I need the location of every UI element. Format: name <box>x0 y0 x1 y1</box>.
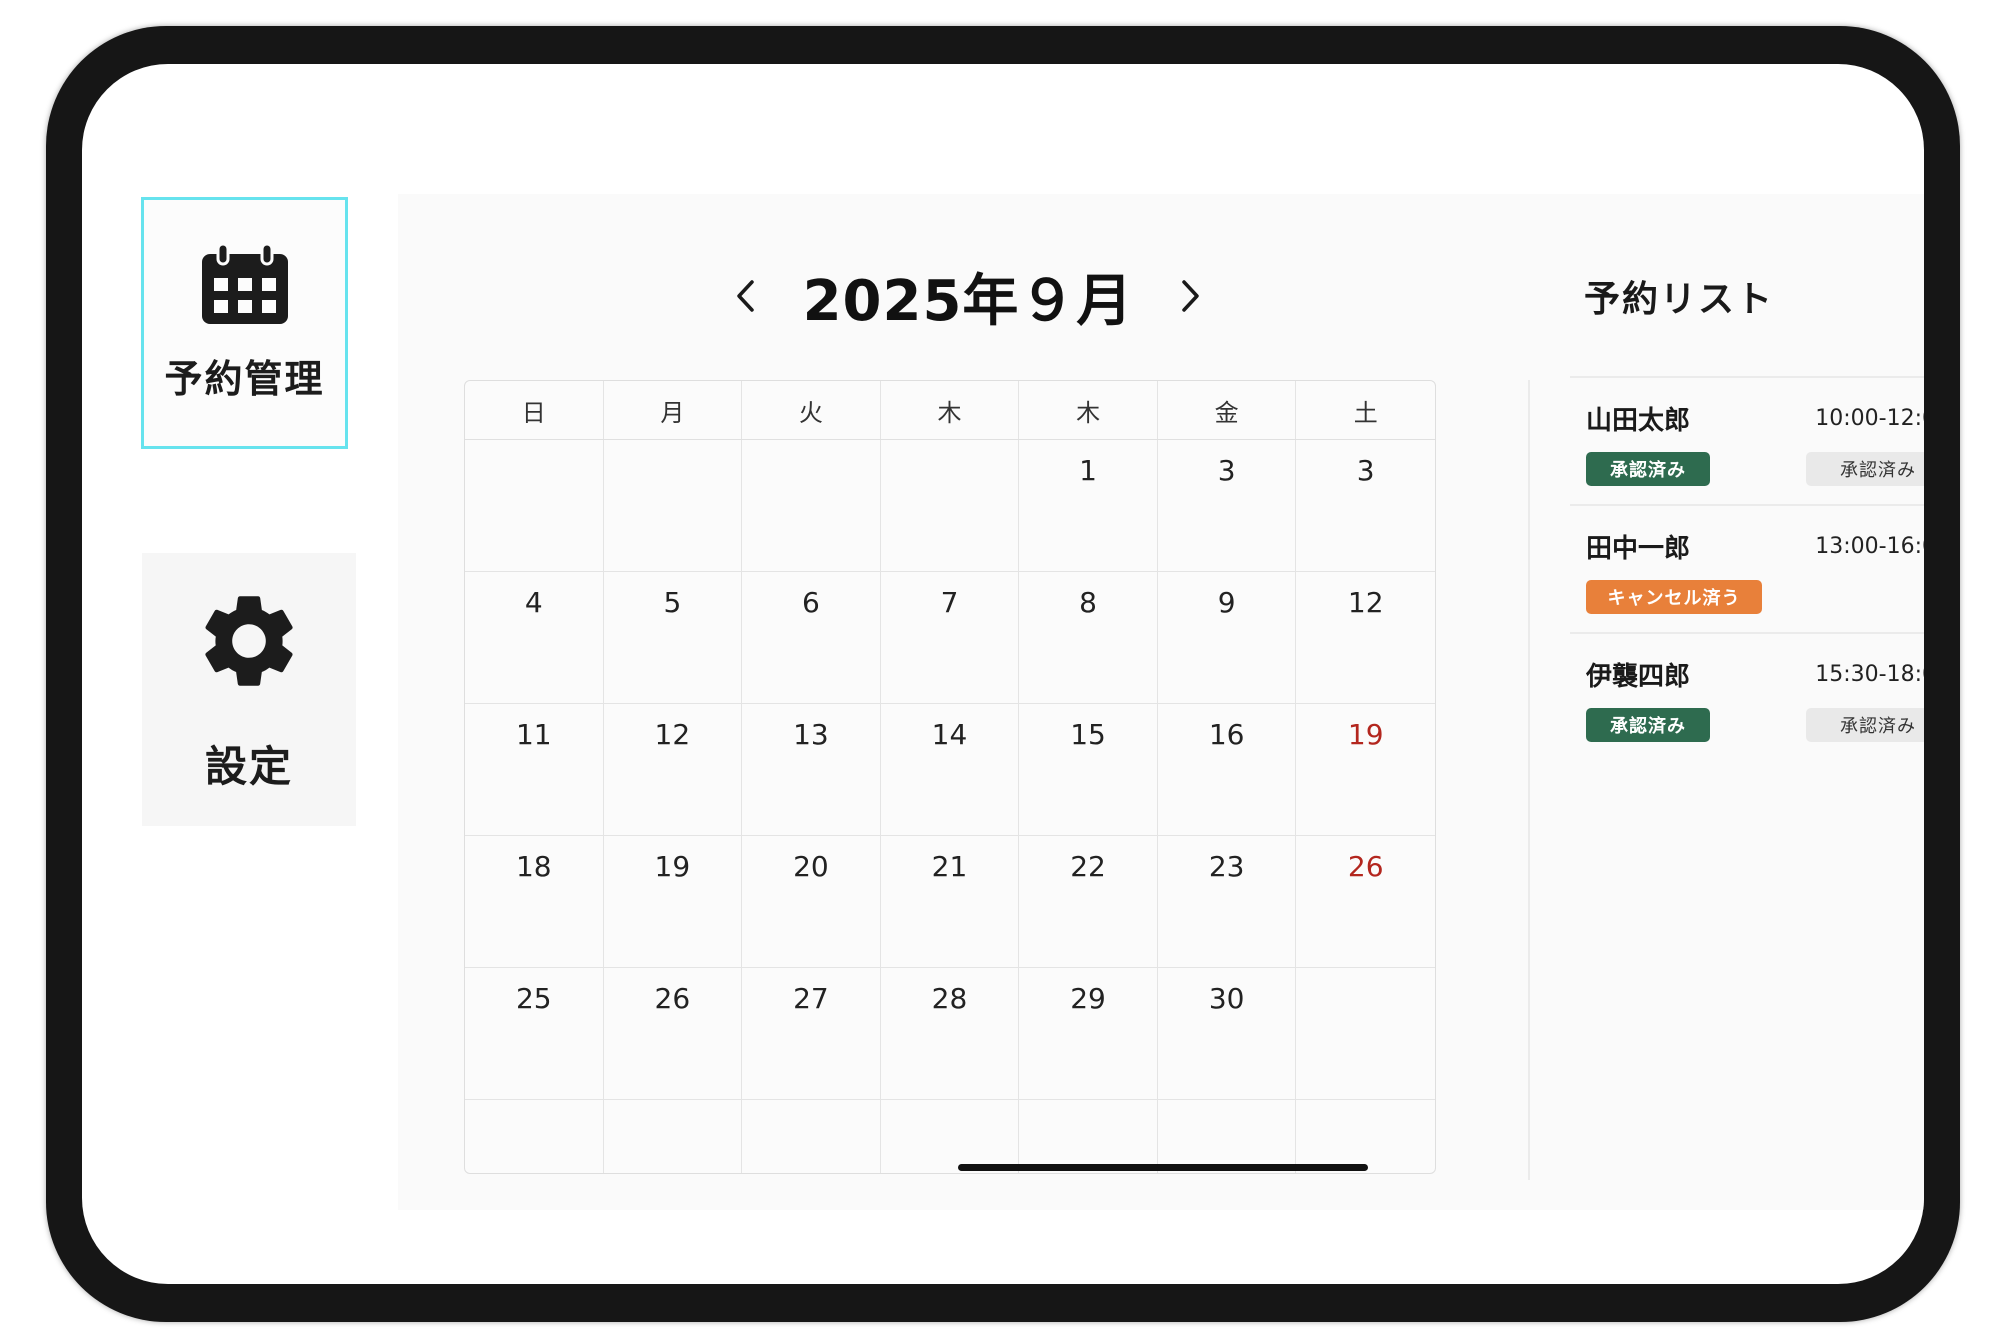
day-cell[interactable]: 30 <box>1157 968 1297 1100</box>
calendar-grid: 日 月 火 木 木 金 土 1 3 3 4 5 6 7 8 9 12 11 12 13 14 15 16 19 1… <box>464 380 1436 1174</box>
status-button[interactable]: 承認済み <box>1806 708 1924 742</box>
day-cell[interactable]: 15 <box>1019 704 1158 836</box>
day-cell[interactable]: 18 <box>465 836 604 968</box>
day-cell[interactable]: 26 <box>1296 836 1435 968</box>
day-cell[interactable]: 3 <box>1157 440 1297 572</box>
reservation-list: 山田太郎 10:00-12:00 承認済み 承認済み 田中一郎 13:00-16… <box>1570 376 1924 760</box>
day-cell[interactable]: 4 <box>465 572 604 704</box>
day-cell[interactable] <box>465 1100 604 1173</box>
weekday-label: 日 <box>465 381 604 439</box>
day-cell[interactable]: 11 <box>465 704 604 836</box>
calendar-days: 1 3 3 4 5 6 7 8 9 12 11 12 13 14 15 16 19 18 19 20 21 22 23 26 2… <box>465 440 1435 1173</box>
day-cell[interactable]: 29 <box>1019 968 1158 1100</box>
day-cell[interactable]: 12 <box>603 704 743 836</box>
panel-divider <box>1528 380 1530 1180</box>
reservation-time: 10:00-12:00 <box>1815 406 1924 431</box>
day-cell[interactable]: 8 <box>1019 572 1158 704</box>
calendar-icon <box>201 243 288 324</box>
day-cell[interactable] <box>603 440 743 572</box>
status-button[interactable]: 承認済み <box>1806 452 1924 486</box>
day-cell[interactable]: 12 <box>1296 572 1435 704</box>
chevron-left-icon <box>736 280 754 312</box>
month-title: 2025年９月 <box>802 268 1134 334</box>
day-cell[interactable] <box>1296 1100 1435 1173</box>
day-cell[interactable]: 21 <box>880 836 1020 968</box>
next-month-button[interactable] <box>1163 269 1217 323</box>
sidebar-item-label: 設定 <box>204 742 293 791</box>
weekday-label: 金 <box>1158 381 1297 439</box>
main-panel: 2025年９月 日 月 火 木 木 金 土 1 3 3 4 5 6 7 8 9 12 11 1 <box>398 194 1924 1210</box>
day-cell[interactable]: 14 <box>880 704 1020 836</box>
status-badge: キャンセル済う <box>1586 580 1762 614</box>
home-indicator <box>958 1164 1368 1171</box>
weekday-label: 土 <box>1353 398 1378 427</box>
day-cell[interactable] <box>742 1100 881 1173</box>
weekday-header: 日 月 火 木 木 金 土 <box>465 381 1435 440</box>
reservation-item[interactable]: 山田太郎 10:00-12:00 承認済み 承認済み <box>1570 376 1924 504</box>
day-cell[interactable]: 5 <box>603 572 743 704</box>
gear-icon <box>205 596 293 686</box>
sidebar-item-reservations[interactable]: 予約管理 <box>141 197 348 449</box>
day-cell[interactable] <box>881 1100 1020 1173</box>
tablet-frame: 予約管理 設定 2025年９月 日 月 火 木 木 金 土 1 3 3 4 5 … <box>46 26 1960 1322</box>
reservation-item[interactable]: 田中一郎 13:00-16:00 キャンセル済う <box>1570 504 1924 632</box>
month-header: 2025年９月 <box>698 256 1238 336</box>
prev-month-button[interactable] <box>719 269 773 323</box>
day-cell[interactable]: 25 <box>465 968 604 1100</box>
reservation-time: 13:00-16:00 <box>1815 534 1924 559</box>
day-cell[interactable]: 6 <box>742 572 881 704</box>
chevron-right-icon <box>1182 280 1200 312</box>
app-screen: 予約管理 設定 2025年９月 日 月 火 木 木 金 土 1 3 3 4 5 … <box>82 64 1924 1284</box>
day-cell[interactable] <box>880 440 1020 572</box>
day-cell[interactable] <box>1296 968 1435 1100</box>
weekday-label: 火 <box>742 381 881 439</box>
day-cell[interactable]: 3 <box>1296 440 1435 572</box>
day-cell[interactable]: 19 <box>603 836 743 968</box>
day-cell[interactable]: 27 <box>742 968 881 1100</box>
day-cell[interactable] <box>604 1100 743 1173</box>
status-badge: 承認済み <box>1586 708 1710 742</box>
day-cell[interactable]: 13 <box>742 704 881 836</box>
day-cell[interactable]: 7 <box>880 572 1020 704</box>
weekday-label: 木 <box>881 381 1020 439</box>
day-cell[interactable] <box>742 440 881 572</box>
day-cell[interactable]: 28 <box>880 968 1020 1100</box>
day-cell[interactable]: 19 <box>1296 704 1435 836</box>
weekday-label: 木 <box>1019 381 1158 439</box>
day-cell[interactable]: 23 <box>1157 836 1297 968</box>
day-cell[interactable]: 20 <box>742 836 881 968</box>
status-badge: 承認済み <box>1586 452 1710 486</box>
day-cell[interactable] <box>465 440 604 572</box>
sidebar-item-label: 予約管理 <box>164 356 325 401</box>
day-cell[interactable] <box>1019 1100 1158 1173</box>
day-cell[interactable]: 9 <box>1157 572 1297 704</box>
day-cell[interactable]: 1 <box>1019 440 1158 572</box>
day-cell[interactable]: 16 <box>1157 704 1297 836</box>
reservation-list-title: 予約リスト <box>1584 279 1775 320</box>
reservation-time: 15:30-18:00 <box>1815 662 1924 687</box>
day-cell[interactable]: 26 <box>603 968 743 1100</box>
day-cell[interactable]: 22 <box>1019 836 1158 968</box>
reservation-item[interactable]: 伊襲四郎 15:30-18:00 承認済み 承認済み <box>1570 632 1924 760</box>
sidebar-item-settings[interactable]: 設定 <box>142 553 356 826</box>
day-cell[interactable] <box>1158 1100 1297 1173</box>
weekday-label: 月 <box>604 381 743 439</box>
